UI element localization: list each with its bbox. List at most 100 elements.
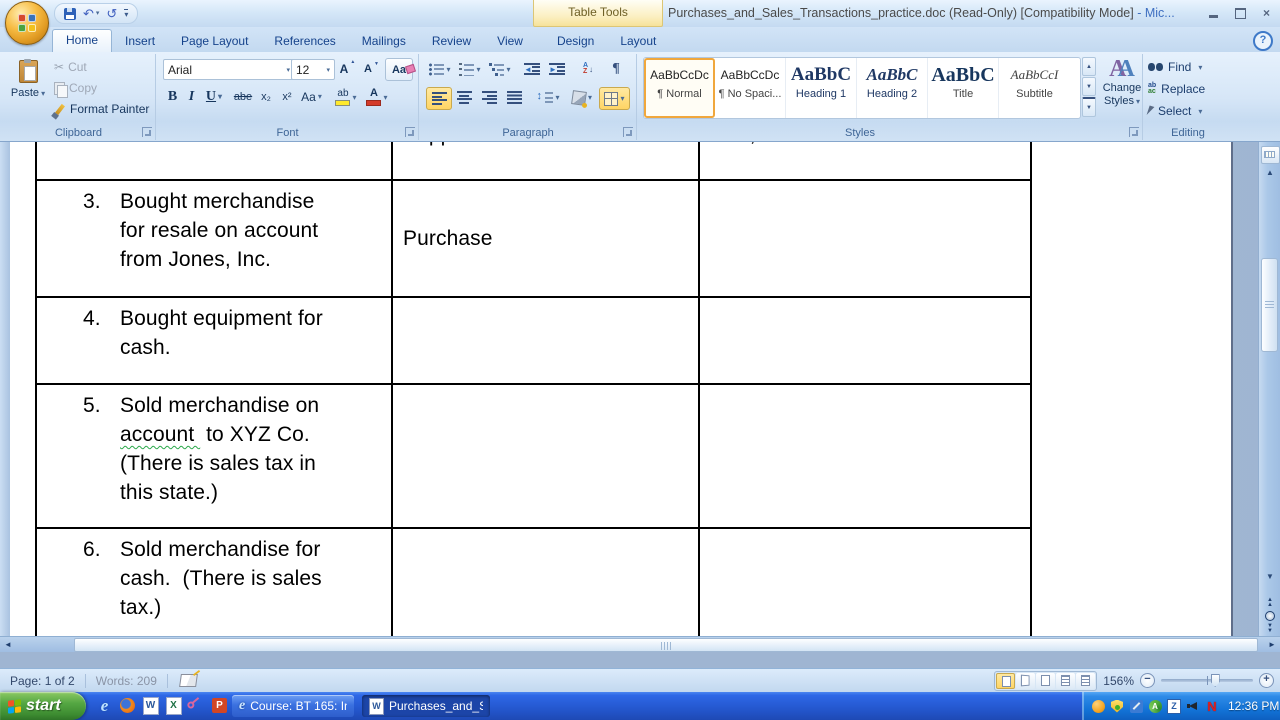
underline-button[interactable]: U bbox=[201, 86, 227, 107]
scroll-up-icon[interactable]: ▲ bbox=[1259, 168, 1280, 177]
tab-layout[interactable]: Layout bbox=[607, 30, 669, 52]
clipboard-dialog-launcher[interactable] bbox=[142, 127, 152, 137]
increase-indent-button[interactable] bbox=[545, 59, 569, 79]
vertical-scroll-thumb[interactable] bbox=[1261, 258, 1278, 352]
zoom-level[interactable]: 156% bbox=[1103, 674, 1134, 688]
copy-button[interactable]: Copy bbox=[54, 81, 97, 98]
styles-scroll-down-icon[interactable]: ▼ bbox=[1082, 77, 1096, 96]
replace-button[interactable]: ab ac Replace bbox=[1148, 82, 1205, 96]
format-painter-button[interactable]: Format Painter bbox=[54, 102, 149, 116]
zoom-slider-handle[interactable] bbox=[1210, 674, 1220, 687]
volume-tray-icon[interactable] bbox=[1186, 699, 1200, 713]
antivirus-tray-icon[interactable]: A bbox=[1148, 699, 1162, 713]
grow-font-button[interactable]: A bbox=[333, 59, 355, 79]
powerpoint-icon[interactable]: P bbox=[211, 697, 228, 714]
restore-button[interactable] bbox=[1234, 7, 1246, 19]
table-cell-account[interactable] bbox=[393, 529, 700, 643]
justify-button[interactable] bbox=[502, 87, 526, 108]
close-button[interactable]: × bbox=[1263, 7, 1270, 19]
cut-button[interactable]: ✂ Cut bbox=[54, 60, 87, 74]
find-button[interactable]: Find bbox=[1148, 60, 1202, 74]
style-heading-1[interactable]: AaBbC Heading 1 bbox=[786, 58, 857, 118]
clear-formatting-button[interactable]: Aa bbox=[385, 58, 413, 81]
style-normal[interactable]: AaBbCcDc ¶ Normal bbox=[644, 58, 715, 118]
table-cell-blank[interactable] bbox=[700, 385, 1030, 527]
wrench-tray-icon[interactable] bbox=[1129, 699, 1143, 713]
paragraph-dialog-launcher[interactable] bbox=[623, 127, 633, 137]
superscript-button[interactable]: x² bbox=[277, 86, 297, 107]
tab-design[interactable]: Design bbox=[544, 30, 607, 52]
bold-button[interactable]: B bbox=[163, 86, 182, 107]
scroll-left-icon[interactable]: ◄ bbox=[0, 640, 16, 649]
scroll-right-icon[interactable]: ► bbox=[1264, 640, 1280, 649]
align-center-button[interactable] bbox=[452, 87, 476, 108]
excel-icon[interactable]: X bbox=[165, 696, 182, 715]
align-left-button[interactable] bbox=[426, 87, 452, 110]
table-cell-description[interactable]: 6. Sold merchandise for cash. (There is … bbox=[37, 529, 393, 643]
taskbar-button-browser[interactable]: e Course: BT 165: Intr... bbox=[232, 695, 354, 717]
access-key-icon[interactable] bbox=[188, 697, 205, 714]
change-styles-button[interactable]: AA Change Styles bbox=[1100, 56, 1144, 126]
table-cell-account[interactable] bbox=[393, 298, 700, 383]
vertical-scrollbar[interactable]: ▲ ▼ ▲ ▲ ▼ ▼ bbox=[1258, 142, 1280, 636]
word-count[interactable]: Words: 209 bbox=[94, 674, 159, 688]
borders-button[interactable] bbox=[599, 87, 630, 110]
document-page[interactable]: account from ABC Co. Supplies A/P , ABC … bbox=[10, 142, 1233, 652]
font-dialog-launcher[interactable] bbox=[405, 127, 415, 137]
tab-insert[interactable]: Insert bbox=[112, 30, 168, 52]
style-subtitle[interactable]: AaBbCcI Subtitle bbox=[999, 58, 1070, 118]
table-row-clipped[interactable]: account from ABC Co. Supplies A/P , ABC … bbox=[37, 142, 1030, 181]
table-row-3[interactable]: 3. Bought merchandise for resale on acco… bbox=[37, 181, 1030, 298]
horizontal-scrollbar[interactable]: ◄ ► bbox=[0, 636, 1280, 652]
table-row-4[interactable]: 4. Bought equipment for cash. bbox=[37, 298, 1030, 385]
table-row-6[interactable]: 6. Sold merchandise for cash. (There is … bbox=[37, 529, 1030, 645]
strikethrough-button[interactable]: abe bbox=[231, 86, 255, 107]
table-cell[interactable]: A/P , ABC Co. bbox=[700, 142, 1030, 179]
draft-view-icon[interactable] bbox=[1076, 672, 1096, 689]
clock[interactable]: 12:36 PM bbox=[1228, 699, 1279, 713]
subscript-button[interactable]: x₂ bbox=[256, 86, 276, 107]
firefox-icon[interactable] bbox=[119, 697, 136, 714]
tab-review[interactable]: Review bbox=[419, 30, 484, 52]
styles-scroll-up-icon[interactable]: ▲ bbox=[1082, 57, 1096, 76]
shrink-font-button[interactable]: A bbox=[357, 59, 379, 79]
proofing-status-icon[interactable] bbox=[178, 674, 198, 687]
undo-icon[interactable]: ↶ ▾ bbox=[83, 7, 99, 20]
taskbar-button-word[interactable]: W Purchases_and_Sales... bbox=[362, 695, 490, 717]
change-case-button[interactable]: Aa bbox=[298, 86, 325, 107]
tab-mailings[interactable]: Mailings bbox=[349, 30, 419, 52]
next-page-icon[interactable]: ▼ ▼ bbox=[1267, 623, 1273, 634]
zoom-in-icon[interactable]: + bbox=[1259, 673, 1274, 688]
shading-button[interactable] bbox=[568, 87, 596, 108]
numbering-button[interactable] bbox=[456, 59, 484, 79]
table-cell-description[interactable]: 3. Bought merchandise for resale on acco… bbox=[37, 181, 393, 296]
qat-customize-icon[interactable]: ▾ bbox=[124, 9, 129, 19]
highlight-color-button[interactable]: ab bbox=[331, 86, 361, 108]
styles-dialog-launcher[interactable] bbox=[1129, 127, 1139, 137]
zoom-slider[interactable] bbox=[1161, 674, 1253, 687]
show-hide-pilcrow-button[interactable]: ¶ bbox=[604, 59, 628, 79]
previous-page-icon[interactable]: ▲ ▲ bbox=[1267, 597, 1273, 608]
tab-home[interactable]: Home bbox=[52, 29, 113, 52]
print-layout-view-icon[interactable] bbox=[996, 672, 1016, 689]
table-cell-blank[interactable] bbox=[700, 181, 1030, 296]
tab-page-layout[interactable]: Page Layout bbox=[168, 30, 261, 52]
full-screen-reading-view-icon[interactable] bbox=[1016, 672, 1036, 689]
help-icon[interactable]: ? bbox=[1253, 31, 1273, 51]
n-app-tray-icon[interactable]: N bbox=[1205, 699, 1219, 714]
style-title[interactable]: AaBbC Title bbox=[928, 58, 999, 118]
select-button[interactable]: Select bbox=[1146, 104, 1202, 118]
tab-references[interactable]: References bbox=[261, 30, 348, 52]
word-icon[interactable]: W bbox=[142, 696, 159, 715]
horizontal-scroll-thumb[interactable] bbox=[74, 637, 1258, 652]
outline-view-icon[interactable] bbox=[1056, 672, 1076, 689]
table-cell[interactable]: Supplies bbox=[393, 142, 700, 179]
italic-button[interactable]: I bbox=[183, 86, 200, 107]
save-icon[interactable] bbox=[64, 7, 76, 20]
bullets-button[interactable] bbox=[426, 59, 454, 79]
tab-view[interactable]: View bbox=[484, 30, 536, 52]
table-cell[interactable]: account from ABC Co. bbox=[37, 142, 393, 179]
messenger-tray-icon[interactable] bbox=[1091, 699, 1105, 713]
style-heading-2[interactable]: AaBbC Heading 2 bbox=[857, 58, 928, 118]
multilevel-list-button[interactable] bbox=[486, 59, 514, 79]
